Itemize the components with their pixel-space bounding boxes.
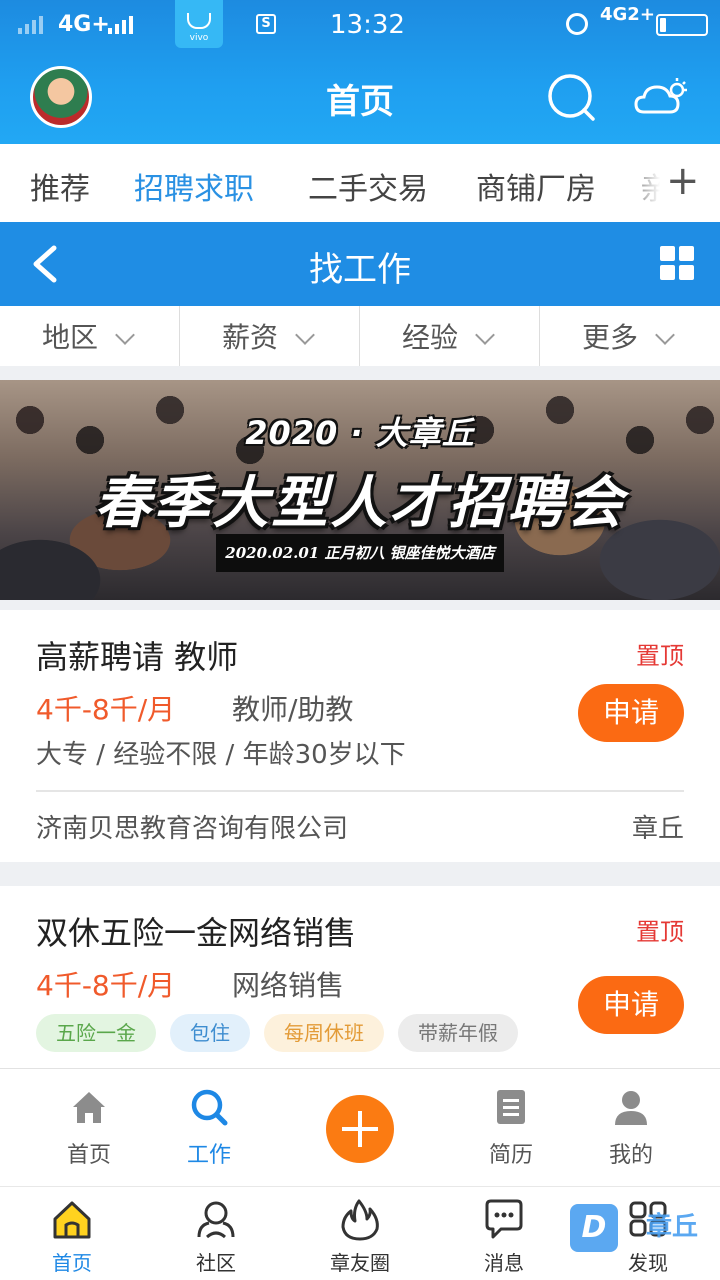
- job-section-title: 找工作: [309, 250, 411, 290]
- job-title: 高薪聘请 教师: [36, 638, 239, 676]
- job-salary: 4千-8千/月: [36, 693, 176, 726]
- status-time: 13:32: [330, 10, 405, 40]
- page-title: 首页: [326, 82, 394, 122]
- vivo-store-icon: vivo: [175, 0, 223, 48]
- tab-jobs[interactable]: 招聘求职: [134, 164, 254, 208]
- document-icon: [497, 1090, 525, 1124]
- weather-icon[interactable]: [634, 76, 690, 118]
- job-bottom-nav: 首页 工作 简历 我的: [0, 1068, 720, 1186]
- pinned-badge: 置顶: [636, 918, 684, 946]
- app-nav-friends[interactable]: 章友圈: [300, 1197, 420, 1276]
- apply-button[interactable]: 申请: [578, 976, 684, 1034]
- app-nav-messages[interactable]: 消息: [444, 1197, 564, 1276]
- nav-label: 社区: [196, 1251, 236, 1275]
- tab-shops-factories[interactable]: 商铺厂房: [476, 164, 596, 208]
- nav-label: 工作: [186, 1143, 231, 1168]
- nav-label: 首页: [52, 1251, 92, 1275]
- fire-icon: [341, 1199, 379, 1241]
- tab-recommend[interactable]: 推荐: [30, 164, 90, 208]
- job-tag: 包住: [170, 1014, 250, 1052]
- post-plus-button[interactable]: [326, 1095, 394, 1163]
- job-nav-resume[interactable]: 简历: [451, 1087, 571, 1169]
- app-header: 4G+ vivo S 13:32 4G2+ 首页: [0, 0, 720, 144]
- job-nav-home[interactable]: 首页: [29, 1087, 149, 1169]
- banner-headline: 春季大型人才招聘会: [94, 471, 626, 536]
- banner-year: 2020 · 大章丘: [245, 414, 475, 452]
- category-tabs: 推荐 招聘求职 二手交易 商铺厂房 亲 +: [0, 144, 720, 222]
- filter-bar: 地区 薪资 经验 更多: [0, 306, 720, 366]
- chevron-down-icon: [655, 325, 675, 345]
- app-nav-home[interactable]: 首页: [12, 1197, 132, 1276]
- sim-icon: S: [256, 14, 276, 34]
- home-icon: [53, 1201, 91, 1239]
- job-tag: 带薪年假: [398, 1014, 518, 1052]
- chevron-down-icon: [295, 325, 315, 345]
- user-icon: [615, 1091, 647, 1125]
- company-name: 济南贝思教育咨询有限公司: [36, 814, 349, 844]
- job-card[interactable]: 双休五险一金网络销售 置顶 4千-8千/月 网络销售 申请 五险一金 包住 每周…: [0, 886, 720, 1068]
- divider: [36, 790, 684, 792]
- search-icon[interactable]: [546, 72, 596, 122]
- nav-label: 简历: [488, 1143, 533, 1168]
- job-category: 教师/助教: [232, 693, 354, 726]
- filter-region[interactable]: 地区: [0, 306, 180, 366]
- filter-salary[interactable]: 薪资: [180, 306, 360, 366]
- job-tag: 每周休班: [264, 1014, 384, 1052]
- chevron-down-icon: [475, 325, 495, 345]
- job-nav-mine[interactable]: 我的: [571, 1087, 691, 1169]
- nav-label: 我的: [608, 1143, 653, 1168]
- signal-strength-icon: [108, 14, 133, 34]
- filter-label: 地区: [42, 321, 99, 354]
- pinned-badge: 置顶: [636, 642, 684, 670]
- job-salary: 4千-8千/月: [36, 969, 176, 1002]
- filter-label: 更多: [582, 321, 639, 354]
- nav-label: 章友圈: [330, 1251, 390, 1275]
- job-nav-work[interactable]: 工作: [149, 1087, 269, 1169]
- tab-secondhand[interactable]: 二手交易: [308, 164, 428, 208]
- message-icon: [485, 1199, 523, 1239]
- job-location: 章丘: [631, 814, 684, 844]
- battery-icon: [656, 14, 708, 36]
- signal-icon: [18, 12, 43, 34]
- job-category: 网络销售: [232, 969, 345, 1002]
- job-requirements: 大专 / 经验不限 / 年龄30岁以下: [36, 740, 406, 770]
- job-card[interactable]: 高薪聘请 教师 置顶 4千-8千/月 教师/助教 大专 / 经验不限 / 年龄3…: [0, 610, 720, 862]
- add-tab-icon[interactable]: +: [666, 158, 700, 204]
- vivo-label: vivo: [189, 33, 209, 43]
- apply-button[interactable]: 申请: [578, 684, 684, 742]
- alarm-icon: [566, 13, 588, 35]
- filter-more[interactable]: 更多: [540, 306, 720, 366]
- filter-label: 薪资: [222, 321, 279, 354]
- job-tags: 五险一金 包住 每周休班 带薪年假: [36, 1014, 518, 1052]
- filter-label: 经验: [402, 321, 459, 354]
- nav-label: 首页: [66, 1143, 111, 1168]
- job-title: 双休五险一金网络销售: [36, 914, 357, 952]
- grid-menu-icon[interactable]: [660, 246, 694, 280]
- search-icon: [191, 1089, 228, 1126]
- status-bar: 4G+ vivo S 13:32 4G2+: [0, 0, 720, 50]
- job-section-bar: 找工作: [0, 222, 720, 306]
- network-indicator: 4G+: [58, 12, 110, 37]
- filter-experience[interactable]: 经验: [360, 306, 540, 366]
- app-nav-community[interactable]: 社区: [156, 1197, 276, 1276]
- community-icon: [197, 1201, 235, 1239]
- banner-subline: 2020.02.01 正月初八 银座佳悦大酒店: [216, 534, 504, 572]
- job-fair-banner[interactable]: 2020 · 大章丘 春季大型人才招聘会 2020.02.01 正月初八 银座佳…: [0, 380, 720, 600]
- app-watermark-text: 章丘: [646, 1212, 699, 1242]
- network-indicator-2: 4G2+: [600, 4, 655, 25]
- home-icon: [73, 1092, 105, 1123]
- job-tag: 五险一金: [36, 1014, 156, 1052]
- nav-label: 消息: [484, 1251, 524, 1275]
- app-watermark-logo: D: [570, 1204, 618, 1252]
- chevron-down-icon: [115, 325, 135, 345]
